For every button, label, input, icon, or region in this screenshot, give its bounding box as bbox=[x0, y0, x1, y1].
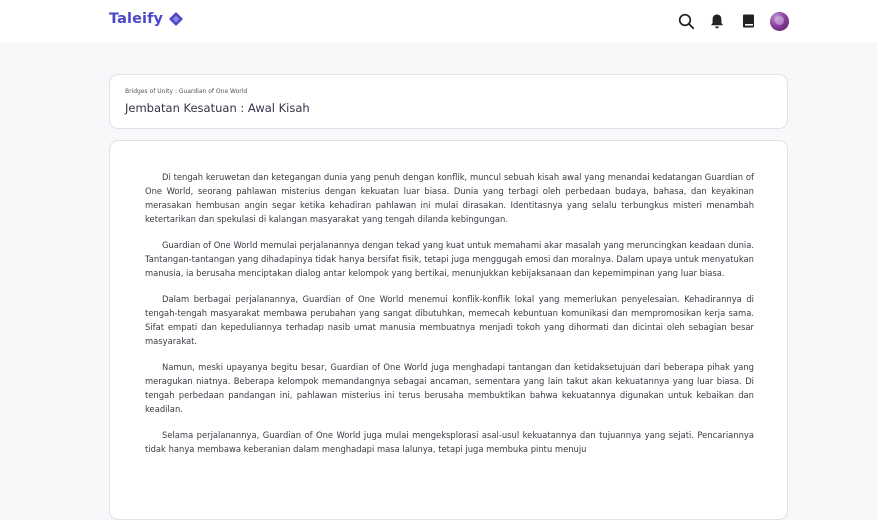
brand-logo[interactable]: Taleify bbox=[109, 11, 184, 27]
chapter-title: Jembatan Kesatuan : Awal Kisah bbox=[125, 101, 310, 115]
bell-icon[interactable] bbox=[707, 11, 727, 31]
top-navigation-bar: Taleify bbox=[0, 0, 877, 42]
story-paragraph: Di tengah keruwetan dan ketegangan dunia… bbox=[145, 172, 754, 224]
chapter-header-card: Bridges of Unity : Guardian of One World… bbox=[109, 74, 788, 129]
diamond-logo-icon bbox=[168, 11, 184, 27]
story-body: Di tengah keruwetan dan ketegangan dunia… bbox=[145, 170, 754, 468]
story-paragraph: Guardian of One World memulai perjalanan… bbox=[145, 240, 754, 278]
header-actions bbox=[676, 11, 789, 31]
story-breadcrumb[interactable]: Bridges of Unity : Guardian of One World bbox=[125, 88, 247, 95]
story-paragraph: Selama perjalanannya, Guardian of One Wo… bbox=[145, 430, 754, 454]
story-content-card: Di tengah keruwetan dan ketegangan dunia… bbox=[109, 140, 788, 520]
search-icon[interactable] bbox=[676, 11, 696, 31]
brand-name: Taleify bbox=[109, 11, 164, 27]
avatar bbox=[769, 11, 789, 31]
user-avatar-button[interactable] bbox=[769, 11, 789, 31]
story-paragraph: Namun, meski upayanya begitu besar, Guar… bbox=[145, 362, 754, 414]
story-paragraph: Dalam berbagai perjalanannya, Guardian o… bbox=[145, 294, 754, 346]
book-icon[interactable] bbox=[738, 11, 758, 31]
